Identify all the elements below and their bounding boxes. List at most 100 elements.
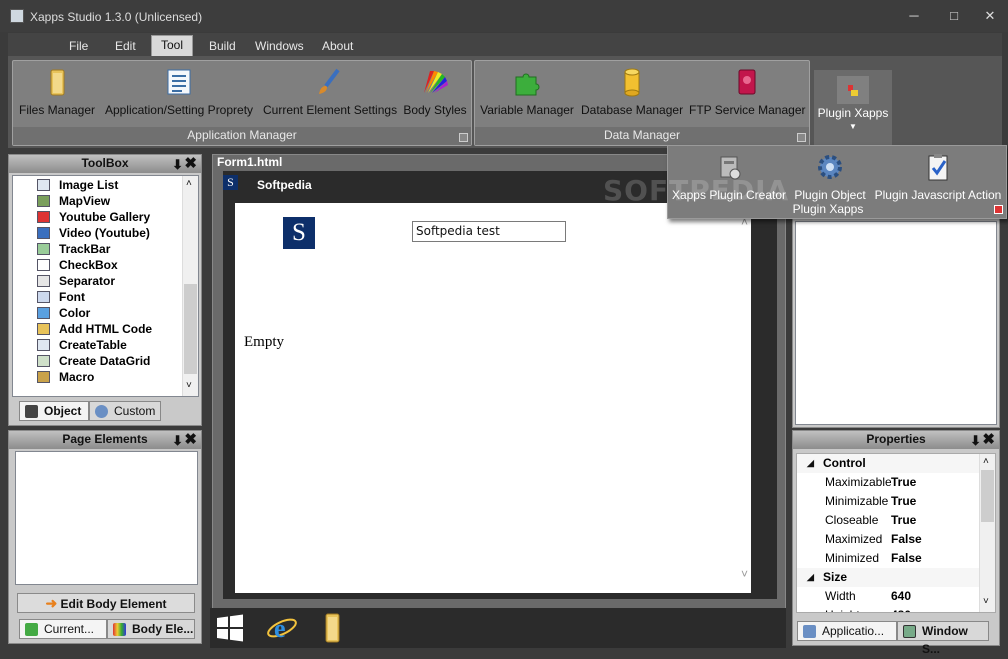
tab-current[interactable]: Current... (19, 619, 107, 639)
toolbox-item[interactable]: Macro (13, 369, 198, 385)
scroll-up-icon[interactable]: ˄ (983, 456, 989, 467)
tab-application[interactable]: Applicatio... (797, 621, 897, 641)
toolbox-scrollbar[interactable]: ˄ ˅ (182, 176, 198, 396)
database-icon (624, 68, 640, 97)
property-scrollbar[interactable]: ˄ ˅ (979, 454, 995, 612)
toolbox-item[interactable]: Create DataGrid (13, 353, 198, 369)
edit-body-element-button[interactable]: ➜ Edit Body Element (17, 593, 195, 613)
property-value[interactable]: False (891, 549, 922, 568)
dialog-launcher-icon[interactable] (797, 133, 806, 142)
pin-icon[interactable]: ⬇ (172, 156, 183, 173)
toolbox-item-label: Video (Youtube) (59, 226, 150, 240)
empty-label[interactable]: Empty (244, 334, 284, 351)
toolbox-item[interactable]: MapView (13, 193, 198, 209)
ftp-service-manager-button[interactable]: FTP Service Manager (689, 63, 806, 125)
application-setting-button[interactable]: Application/Setting Proprety (101, 63, 257, 125)
close-icon[interactable]: ✖ (184, 431, 197, 448)
variable-manager-button[interactable]: Variable Manager (479, 63, 575, 125)
form-canvas[interactable]: S Softpedia test Empty ˄ ˅ (235, 203, 751, 593)
body-styles-button[interactable]: Body Styles (403, 63, 467, 125)
toolbox-item[interactable]: Add HTML Code (13, 321, 198, 337)
tab-window-settings[interactable]: Window S... (897, 621, 989, 656)
toolbox-item[interactable]: Font (13, 289, 198, 305)
property-key: Height (825, 606, 891, 612)
scroll-thumb[interactable] (184, 284, 197, 374)
property-value[interactable]: True (891, 492, 916, 511)
property-row[interactable]: Maximizable True (797, 473, 995, 492)
toolbox-item-icon (37, 227, 50, 239)
property-value[interactable]: True (891, 511, 916, 530)
toolbox-item[interactable]: Image List (13, 177, 198, 193)
toolbox-item-icon (37, 371, 50, 383)
property-row[interactable]: Minimized False (797, 549, 995, 568)
property-row[interactable]: Width 640 (797, 587, 995, 606)
property-category[interactable]: ◢ Size (797, 568, 995, 587)
toolbox-item-label: TrackBar (59, 242, 111, 256)
toolbox-item[interactable]: Youtube Gallery (13, 209, 198, 225)
toolbox-item[interactable]: Separator (13, 273, 198, 289)
toolbox-item[interactable]: CheckBox (13, 257, 198, 273)
database-manager-button[interactable]: Database Manager (581, 63, 683, 125)
property-row[interactable]: Maximized False (797, 530, 995, 549)
toolbox-item[interactable]: Color (13, 305, 198, 321)
tab-object[interactable]: Object (19, 401, 89, 421)
files-manager-button[interactable]: Files Manager (17, 63, 97, 125)
menu-build[interactable]: Build (200, 37, 245, 55)
collapse-arrow-icon[interactable]: ◢ (807, 454, 814, 473)
property-category[interactable]: ◢ Control (797, 454, 995, 473)
toolbox-item[interactable]: CreateTable (13, 337, 198, 353)
property-row[interactable]: Minimizable True (797, 492, 995, 511)
dialog-launcher-icon[interactable] (459, 133, 468, 142)
folder-icon[interactable] (320, 613, 346, 643)
windows-logo-icon[interactable] (215, 613, 245, 643)
canvas-scroll-down-icon[interactable]: ˅ (741, 567, 748, 581)
toolbox-item-label: Create DataGrid (59, 354, 151, 368)
plugin-xapps-label: Plugin Xapps (817, 106, 889, 120)
pin-icon[interactable]: ⬇ (172, 432, 183, 449)
close-icon[interactable]: ✖ (184, 155, 197, 172)
menu-about[interactable]: About (313, 37, 362, 55)
property-value[interactable]: 640 (891, 587, 911, 606)
scroll-down-icon[interactable]: ˅ (983, 596, 989, 607)
menu-edit[interactable]: Edit (106, 37, 145, 55)
softpedia-logo-image[interactable]: S (283, 217, 315, 249)
property-value[interactable]: 480 (891, 606, 911, 612)
page-elements-list[interactable] (15, 451, 198, 585)
softpedia-textbox[interactable]: Softpedia test (412, 221, 566, 242)
collapse-arrow-icon[interactable]: ◢ (807, 568, 814, 587)
property-value[interactable]: True (891, 473, 916, 492)
puzzle-icon (515, 73, 540, 96)
scroll-up-icon[interactable]: ˄ (186, 178, 192, 189)
plugin-javascript-action-button[interactable]: Plugin Javascript Action (872, 148, 1004, 210)
toolbox-header: ToolBox ⬇ ✖ (9, 155, 201, 173)
toolbox-item[interactable]: Video (Youtube) (13, 225, 198, 241)
maximize-button[interactable]: □ (942, 6, 966, 26)
toolbox-item-icon (37, 307, 50, 319)
plugin-object-button[interactable]: Plugin Object (790, 148, 870, 210)
files-manager-label: Files Manager (18, 103, 96, 117)
tab-form1-html[interactable]: Form1.html (213, 155, 287, 171)
plugin-xapps-button[interactable]: Plugin Xapps ▼ (814, 70, 892, 148)
close-button[interactable]: ✕ (978, 6, 1002, 26)
property-key: Width (825, 589, 856, 603)
menu-windows[interactable]: Windows (246, 37, 313, 55)
scroll-down-icon[interactable]: ˅ (186, 380, 192, 391)
internet-explorer-icon[interactable]: e (266, 613, 298, 643)
tab-body-element[interactable]: Body Ele... (107, 619, 195, 639)
property-grid: ◢ Control Maximizable True Minimizable True Cl… (796, 453, 996, 613)
close-icon[interactable]: ✖ (982, 431, 995, 448)
popup-launcher-icon[interactable] (994, 205, 1003, 214)
scroll-thumb[interactable] (981, 470, 994, 522)
toolbox-item[interactable]: TrackBar (13, 241, 198, 257)
property-value[interactable]: False (891, 530, 922, 549)
property-row[interactable]: Height480 (797, 606, 995, 612)
toolbox-item-icon (37, 275, 50, 287)
current-element-settings-button[interactable]: Current Element Settings (263, 63, 397, 125)
property-row[interactable]: Closeable True (797, 511, 995, 530)
tab-custom[interactable]: Custom (89, 401, 161, 421)
menu-file[interactable]: File (60, 37, 97, 55)
minimize-button[interactable]: ─ (902, 6, 926, 26)
menu-tool[interactable]: Tool (151, 35, 194, 56)
pin-icon[interactable]: ⬇ (970, 432, 981, 449)
toolbox-item-icon (37, 323, 50, 335)
